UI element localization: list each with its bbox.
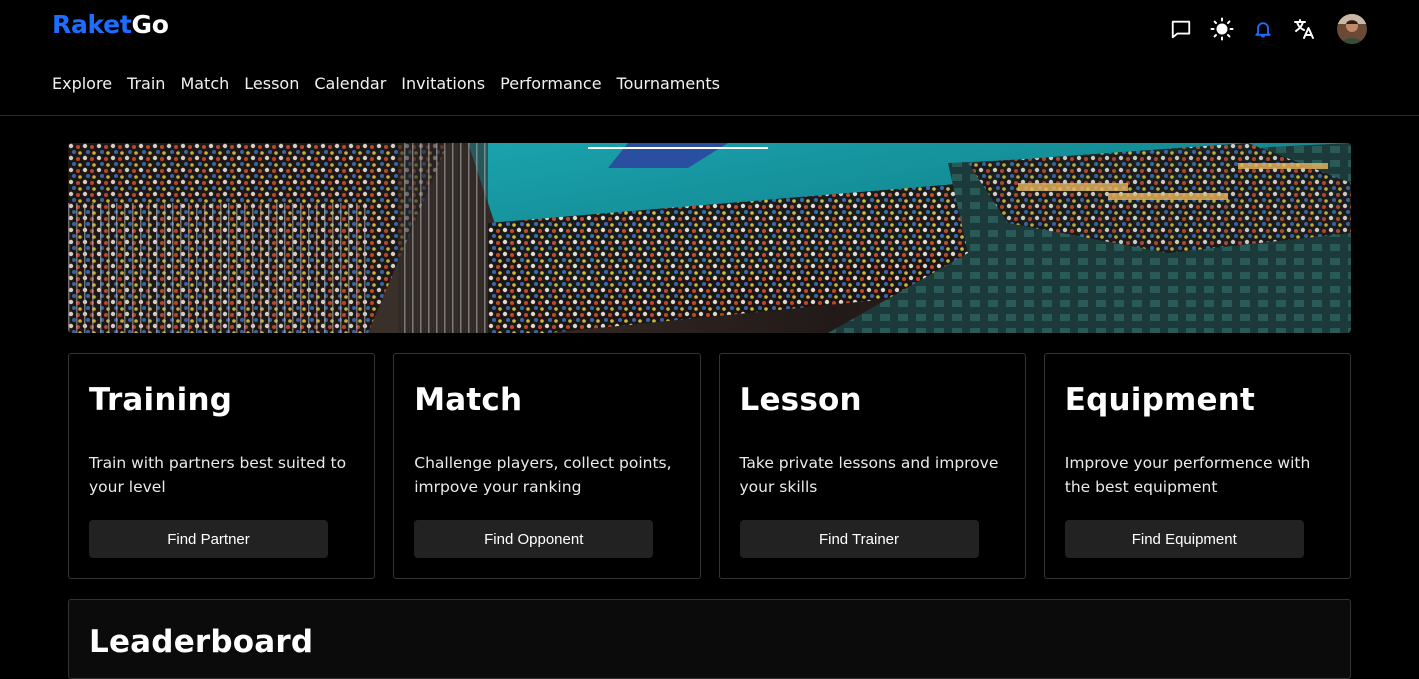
nav-calendar[interactable]: Calendar: [314, 74, 386, 93]
card-lesson: Lesson Take private lessons and improve …: [718, 353, 1026, 579]
main-nav: Explore Train Match Lesson Calendar Invi…: [52, 74, 720, 93]
leaderboard-section: Leaderboard: [68, 599, 1351, 679]
nav-explore[interactable]: Explore: [52, 74, 112, 93]
card-title: Lesson: [739, 382, 862, 418]
nav-invitations[interactable]: Invitations: [401, 74, 485, 93]
chat-icon[interactable]: [1169, 17, 1193, 41]
nav-lesson[interactable]: Lesson: [244, 74, 299, 93]
nav-match[interactable]: Match: [180, 74, 229, 93]
card-title: Equipment: [1064, 382, 1256, 418]
find-equipment-button[interactable]: Find Equipment: [1064, 520, 1304, 558]
card-title: Training: [89, 382, 233, 418]
nav-tournaments[interactable]: Tournaments: [617, 74, 720, 93]
card-description: Take private lessons and improve your sk…: [739, 454, 999, 496]
find-opponent-button[interactable]: Find Opponent: [414, 520, 654, 558]
feature-cards: Training Train with partners best suited…: [68, 353, 1351, 579]
card-equipment: Equipment Improve your performence with …: [1043, 353, 1351, 579]
nav-train[interactable]: Train: [127, 74, 165, 93]
card-training: Training Train with partners best suited…: [68, 353, 376, 579]
logo-part-go: Go: [131, 10, 169, 39]
hero-image-tennis-stadium: [68, 143, 1351, 333]
nav-performance[interactable]: Performance: [500, 74, 601, 93]
header-icons: [1169, 14, 1367, 44]
sun-icon[interactable]: [1210, 17, 1234, 41]
leaderboard-title: Leaderboard: [89, 624, 314, 660]
find-trainer-button[interactable]: Find Trainer: [739, 520, 979, 558]
find-partner-button[interactable]: Find Partner: [89, 520, 328, 558]
card-match: Match Challenge players, collect points,…: [393, 353, 701, 579]
card-description: Challenge players, collect points, imrpo…: [414, 454, 672, 496]
card-title: Match: [414, 382, 523, 418]
bell-icon[interactable]: [1251, 17, 1275, 41]
top-bar: RaketGo Explore Train Match Lesson Calen…: [0, 0, 1419, 116]
translate-icon[interactable]: [1292, 17, 1316, 41]
logo-part-raket: Raket: [52, 10, 132, 39]
card-description: Improve your performence with the best e…: [1064, 454, 1311, 496]
logo[interactable]: RaketGo: [52, 10, 169, 39]
avatar[interactable]: [1337, 14, 1367, 44]
card-description: Train with partners best suited to your …: [89, 454, 347, 496]
